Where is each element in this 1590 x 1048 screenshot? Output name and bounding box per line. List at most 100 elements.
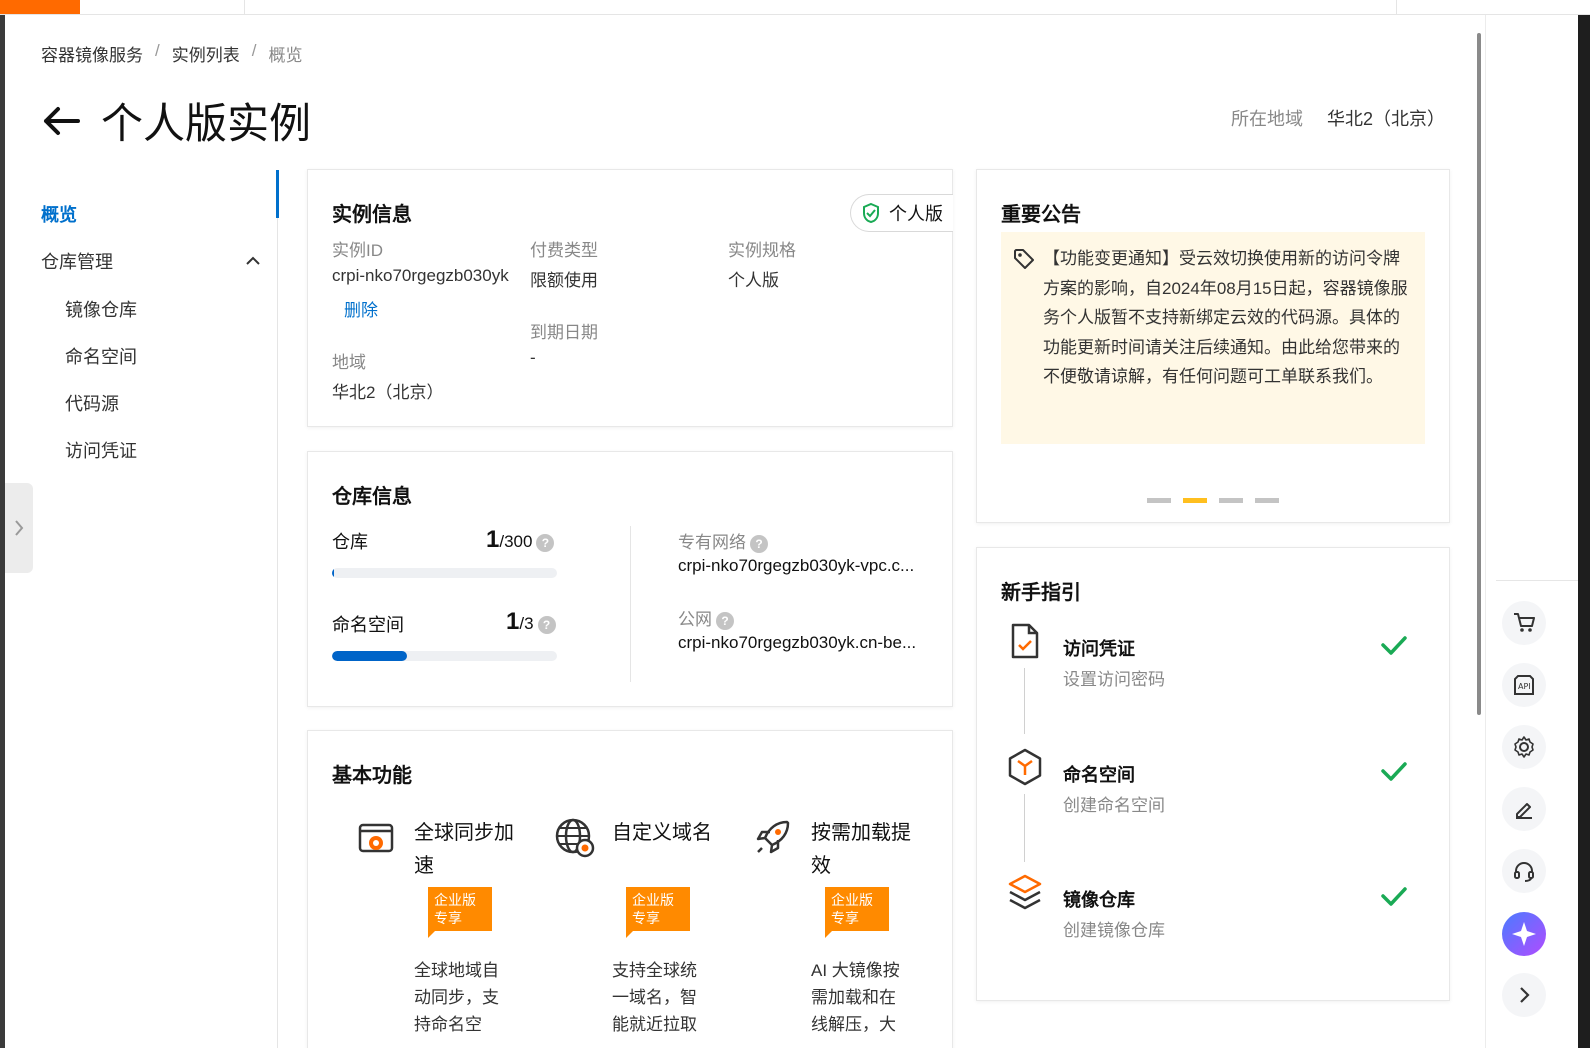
help-icon[interactable]: ?	[536, 533, 555, 552]
step-subtitle: 创建镜像仓库	[1063, 921, 1165, 940]
instance-info-card: 实例信息 个人版 实例ID crpi-nko70rgegzb030yk 删除 付…	[307, 169, 953, 427]
namespace-usage-fill	[332, 651, 407, 661]
notice-card: 重要公告 【功能变更通知】受云效切换使用新的访问令牌方案的影响，自2024年08…	[976, 169, 1450, 523]
public-endpoint[interactable]: crpi-nko70rgegzb030yk.cn-be...	[678, 633, 916, 653]
expire-value: -	[530, 348, 536, 367]
globe-icon	[554, 817, 598, 861]
help-icon[interactable]: ?	[750, 534, 768, 553]
repo-usage-bar	[332, 568, 557, 578]
breadcrumb-separator: /	[251, 41, 257, 60]
notice-banner: 【功能变更通知】受云效切换使用新的访问令牌方案的影响，自2024年08月15日起…	[1001, 232, 1425, 444]
namespace-count: 1/3?	[506, 608, 556, 636]
step-title: 访问凭证	[1063, 639, 1135, 659]
cube-icon	[1005, 747, 1045, 787]
window-edge	[1578, 15, 1590, 1048]
divider	[630, 526, 631, 682]
card-title: 基本功能	[332, 765, 412, 787]
feature-title: 按需加载提效	[811, 822, 911, 877]
check-icon	[1381, 886, 1407, 911]
nav-item-namespace[interactable]: 命名空间	[65, 343, 137, 369]
region-info: 所在地域 华北2（北京）	[1231, 105, 1445, 131]
top-bar	[0, 0, 1590, 15]
rocket-icon	[753, 817, 797, 861]
chevron-right-icon[interactable]	[1502, 973, 1546, 1017]
namespace-usage-bar	[332, 651, 557, 661]
region-field-label: 地域	[332, 353, 366, 372]
api-icon[interactable]: API	[1502, 663, 1546, 707]
carousel-dot[interactable]	[1183, 498, 1207, 503]
sidebar-expand-tab[interactable]	[5, 483, 33, 573]
feature-description: AI 大镜像按需加载和在线解压，大	[811, 961, 900, 1034]
instance-id-value: crpi-nko70rgegzb030yk	[332, 266, 509, 285]
namespace-count-label: 命名空间	[332, 615, 404, 635]
region-label: 所在地域	[1230, 109, 1303, 129]
nav-item-code-source[interactable]: 代码源	[65, 390, 119, 416]
right-toolbar: API	[1485, 15, 1590, 1048]
gear-icon[interactable]	[1502, 725, 1546, 769]
active-indicator	[276, 170, 279, 218]
back-arrow-icon[interactable]	[41, 101, 81, 141]
enterprise-badge: 企业版专享	[626, 887, 690, 938]
vpc-label: 专有网络?	[678, 528, 768, 553]
side-navigation: 概览 仓库管理 镜像仓库 命名空间 代码源 访问凭证	[5, 170, 279, 1048]
chevron-up-icon[interactable]	[245, 253, 261, 271]
breadcrumb-separator: /	[155, 41, 160, 60]
repo-count: 1/300?	[486, 526, 555, 554]
chevron-right-icon	[15, 520, 24, 536]
nav-item-image-repo[interactable]: 镜像仓库	[65, 296, 137, 322]
region-field-value: 华北2（北京）	[332, 383, 444, 402]
carousel-dot[interactable]	[1147, 498, 1171, 503]
spec-label: 实例规格	[728, 241, 796, 260]
check-icon	[1381, 635, 1407, 660]
feature-description: 支持全球统一域名，智能就近拉取	[612, 961, 697, 1034]
step-title: 镜像仓库	[1063, 890, 1135, 910]
carousel-dot[interactable]	[1219, 498, 1243, 503]
feature-title: 全球同步加速	[414, 822, 514, 877]
scrollbar[interactable]	[1477, 33, 1481, 715]
breadcrumb-item[interactable]: 容器镜像服务	[41, 41, 143, 66]
step-subtitle: 设置访问密码	[1063, 670, 1165, 689]
basic-features-card: 基本功能 全球同步加速 企业版专享 全球地域自动同步，支持命名空 自定义域名 企…	[307, 730, 953, 1048]
page-header: 个人版实例	[41, 90, 311, 151]
top-divider	[1396, 0, 1397, 14]
tag-icon	[1013, 248, 1035, 275]
help-icon[interactable]: ?	[716, 611, 734, 630]
step-subtitle: 创建命名空间	[1063, 796, 1165, 815]
card-title: 实例信息	[332, 204, 412, 226]
vpc-endpoint[interactable]: crpi-nko70rgegzb030yk-vpc.c...	[678, 556, 914, 576]
ai-assistant-icon[interactable]	[1502, 912, 1546, 956]
nav-item-access-credential[interactable]: 访问凭证	[65, 437, 137, 463]
help-icon[interactable]: ?	[537, 615, 556, 634]
breadcrumb: 容器镜像服务 / 实例列表 / 概览	[41, 41, 302, 66]
nav-item-overview[interactable]: 概览	[41, 201, 77, 227]
card-title: 重要公告	[1001, 204, 1081, 226]
breadcrumb-current: 概览	[268, 46, 303, 65]
edit-icon[interactable]	[1502, 787, 1546, 831]
expire-label: 到期日期	[530, 323, 598, 342]
spec-value: 个人版	[728, 271, 779, 290]
feature-description: 全球地域自动同步，支持命名空	[414, 961, 499, 1034]
instance-id-label: 实例ID	[332, 241, 383, 260]
repo-count-label: 仓库	[332, 532, 368, 552]
delete-link[interactable]: 删除	[344, 296, 378, 321]
repo-usage-fill	[332, 568, 334, 578]
enterprise-badge: 企业版专享	[428, 887, 492, 938]
console-logo[interactable]	[0, 0, 80, 14]
svg-text:API: API	[1518, 682, 1531, 691]
breadcrumb-item[interactable]: 实例列表	[172, 41, 240, 66]
notice-text: 【功能变更通知】受云效切换使用新的访问令牌方案的影响，自2024年08月15日起…	[1043, 249, 1408, 386]
layers-icon	[1005, 872, 1045, 912]
page-title: 个人版实例	[101, 100, 312, 147]
carousel-dot[interactable]	[1255, 498, 1279, 503]
feature-title: 自定义域名	[612, 822, 712, 844]
edition-badge: 个人版	[850, 194, 953, 232]
cart-icon[interactable]	[1502, 601, 1546, 645]
carousel-dots	[1147, 498, 1279, 503]
card-title: 仓库信息	[332, 486, 412, 508]
headset-icon[interactable]	[1502, 849, 1546, 893]
global-sync-icon	[356, 817, 400, 861]
beginner-guide-card: 新手指引 访问凭证 设置访问密码 命名空间 创建命名空间 镜像仓库 创建镜像仓库	[976, 547, 1450, 1001]
shield-check-icon	[863, 202, 879, 224]
nav-group-repo-mgmt[interactable]: 仓库管理	[41, 248, 113, 274]
divider	[1496, 580, 1578, 581]
